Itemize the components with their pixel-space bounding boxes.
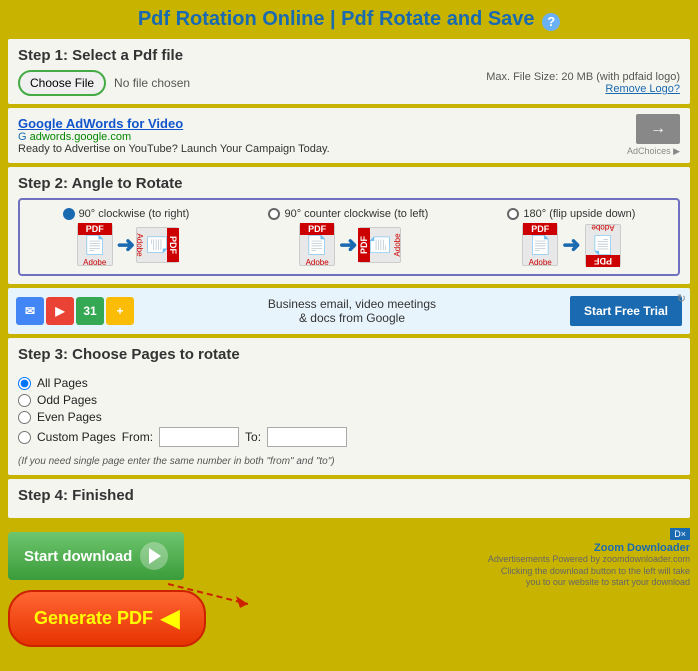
rotation-options: 90° clockwise (to right) PDF 📄 Adobe ➜ P… (18, 198, 680, 276)
pdf-arrow-group-90ccw: PDF 📄 Adobe ➜ PDF 📄 Adobe (299, 224, 397, 266)
even-pages-option: Even Pages (18, 410, 680, 424)
help-icon[interactable]: ? (542, 13, 560, 31)
pdf-label-r2: PDF (358, 228, 370, 262)
custom-pages-radio[interactable] (18, 431, 31, 444)
adobe-brand-1: Adobe (83, 258, 106, 267)
rotation-label-90ccw: 90° counter clockwise (to left) (268, 208, 428, 220)
rotation-label-180: 180° (flip upside down) (507, 208, 635, 220)
hint-text: (If you need single page enter the same … (18, 456, 680, 467)
even-pages-label: Even Pages (37, 410, 102, 424)
radio-90ccw (268, 208, 280, 220)
ad-title[interactable]: Google AdWords for Video (18, 116, 627, 131)
ad-url: G adwords.google.com (18, 131, 627, 143)
pages-options: All Pages Odd Pages Even Pages Custom Pa… (18, 369, 680, 454)
adobe-brand-3: Adobe (529, 258, 552, 267)
custom-pages-option: Custom Pages From: To: (18, 427, 680, 447)
generate-area: Generate PDF ◀ (8, 584, 478, 647)
drive-icon: + (106, 297, 134, 325)
step3-title: Step 3: Choose Pages to rotate (18, 346, 680, 363)
from-label: From: (122, 430, 153, 444)
step2-title: Step 2: Angle to Rotate (18, 175, 680, 192)
pdf-source-icon-1: PDF 📄 Adobe (77, 224, 113, 266)
odd-pages-radio[interactable] (18, 394, 31, 407)
remove-logo-link[interactable]: Remove Logo? (486, 83, 680, 95)
step4-title-row: Step 4: Finished (18, 487, 680, 504)
bottom-area: Start download Generate PDF ◀ D× Zoom Do… (0, 522, 698, 657)
title-bar: Pdf Rotation Online | Pdf Rotate and Sav… (0, 0, 698, 35)
arrow-icon-1: ➜ (117, 232, 135, 258)
radio-180 (507, 208, 519, 220)
ad-small-badge: D× (670, 528, 690, 540)
ad-small-title: Zoom Downloader (488, 542, 690, 554)
odd-pages-label: Odd Pages (37, 393, 97, 407)
step1-row: Choose File No file chosen Max. File Siz… (18, 70, 680, 96)
pdf-source-icon-2: PDF 📄 Adobe (299, 224, 335, 266)
adobe-brand-r3: Adobe (591, 223, 614, 232)
to-label: To: (245, 430, 261, 444)
max-size-text: Max. File Size: 20 MB (with pdfaid logo) (486, 71, 680, 83)
step4-title: Step 4: Finished (18, 487, 134, 504)
start-download-button[interactable]: Start download (8, 532, 184, 580)
odd-pages-option: Odd Pages (18, 393, 680, 407)
step1-title: Step 1: Select a Pdf file (18, 47, 680, 64)
pdf-arrow-group-180: PDF 📄 Adobe ➜ PDF 📄 Adobe (522, 224, 620, 266)
rotation-option-90cw[interactable]: 90° clockwise (to right) PDF 📄 Adobe ➜ P… (63, 208, 190, 266)
rotation-option-90ccw[interactable]: 90° counter clockwise (to left) PDF 📄 Ad… (268, 208, 428, 266)
ad-choices: AdChoices ▶ (627, 146, 680, 157)
custom-pages-label: Custom Pages (37, 430, 116, 444)
pdf-source-icon-3: PDF 📄 Adobe (522, 224, 558, 266)
pdf-label-r1: PDF (167, 228, 179, 262)
ad-small-area: D× Zoom Downloader Advertisements Powere… (488, 528, 690, 589)
pdf-arrow-group-90cw: PDF 📄 Adobe ➜ PDF 📄 Adobe (77, 224, 175, 266)
choose-file-button[interactable]: Choose File (18, 70, 106, 96)
rotation-option-180[interactable]: 180° (flip upside down) PDF 📄 Adobe ➜ PD… (507, 208, 635, 266)
even-pages-radio[interactable] (18, 411, 31, 424)
calendar-icon: 31 (76, 297, 104, 325)
ad-content: Google AdWords for Video G adwords.googl… (18, 116, 627, 155)
banner-ad: ✉ ▶ 31 + Business email, video meetings … (8, 288, 690, 334)
arrow-icon-2: ➜ (339, 232, 357, 258)
ad-area: Google AdWords for Video G adwords.googl… (8, 108, 690, 163)
ad-description: Ready to Advertise on YouTube? Launch Yo… (18, 143, 627, 155)
step4-section: Step 4: Finished (8, 479, 690, 518)
step3-section: Step 3: Choose Pages to rotate All Pages… (8, 338, 690, 475)
gmail-icon: ✉ (16, 297, 44, 325)
adobe-brand-2: Adobe (306, 258, 329, 267)
banner-refresh-icon[interactable]: ↻ (677, 292, 686, 305)
step2-section: Step 2: Angle to Rotate 90° clockwise (t… (8, 167, 690, 284)
radio-90cw (63, 208, 75, 220)
from-input[interactable] (159, 427, 239, 447)
pdf-label-2: PDF (300, 223, 334, 235)
step1-section: Step 1: Select a Pdf file Choose File No… (8, 39, 690, 104)
page-title: Pdf Rotation Online | Pdf Rotate and Sav… (138, 8, 535, 30)
banner-icons: ✉ ▶ 31 + (16, 297, 134, 325)
all-pages-option: All Pages (18, 376, 680, 390)
ad-small-desc: Advertisements Powered by zoomdownloader… (488, 554, 690, 589)
pdf-label-3: PDF (523, 223, 557, 235)
pdf-result-icon-2: PDF 📄 Adobe (359, 227, 401, 263)
pdf-label-r3: PDF (586, 255, 620, 267)
pdf-result-icon-3: PDF 📄 Adobe (585, 224, 621, 266)
play-triangle (149, 548, 161, 564)
to-input[interactable] (267, 427, 347, 447)
pdf-label-1: PDF (78, 223, 112, 235)
adobe-brand-r2: Adobe (393, 233, 402, 256)
meet-icon: ▶ (46, 297, 74, 325)
arrow-icon-3: ➜ (562, 232, 580, 258)
play-icon (140, 542, 168, 570)
pdf-result-icon-1: PDF 📄 Adobe (136, 227, 178, 263)
banner-ad-text: Business email, video meetings & docs fr… (144, 297, 560, 325)
all-pages-label: All Pages (37, 376, 88, 390)
file-info: Max. File Size: 20 MB (with pdfaid logo)… (486, 71, 680, 95)
buttons-area: Start download Generate PDF ◀ (8, 528, 478, 647)
rotation-label-90cw: 90° clockwise (to right) (63, 208, 190, 220)
start-trial-button[interactable]: Start Free Trial (570, 296, 682, 326)
ad-arrow-button[interactable]: → (636, 114, 680, 144)
adobe-brand-r1: Adobe (135, 233, 144, 256)
no-file-label: No file chosen (114, 76, 190, 90)
dashed-arrow-svg (168, 574, 288, 614)
all-pages-radio[interactable] (18, 377, 31, 390)
